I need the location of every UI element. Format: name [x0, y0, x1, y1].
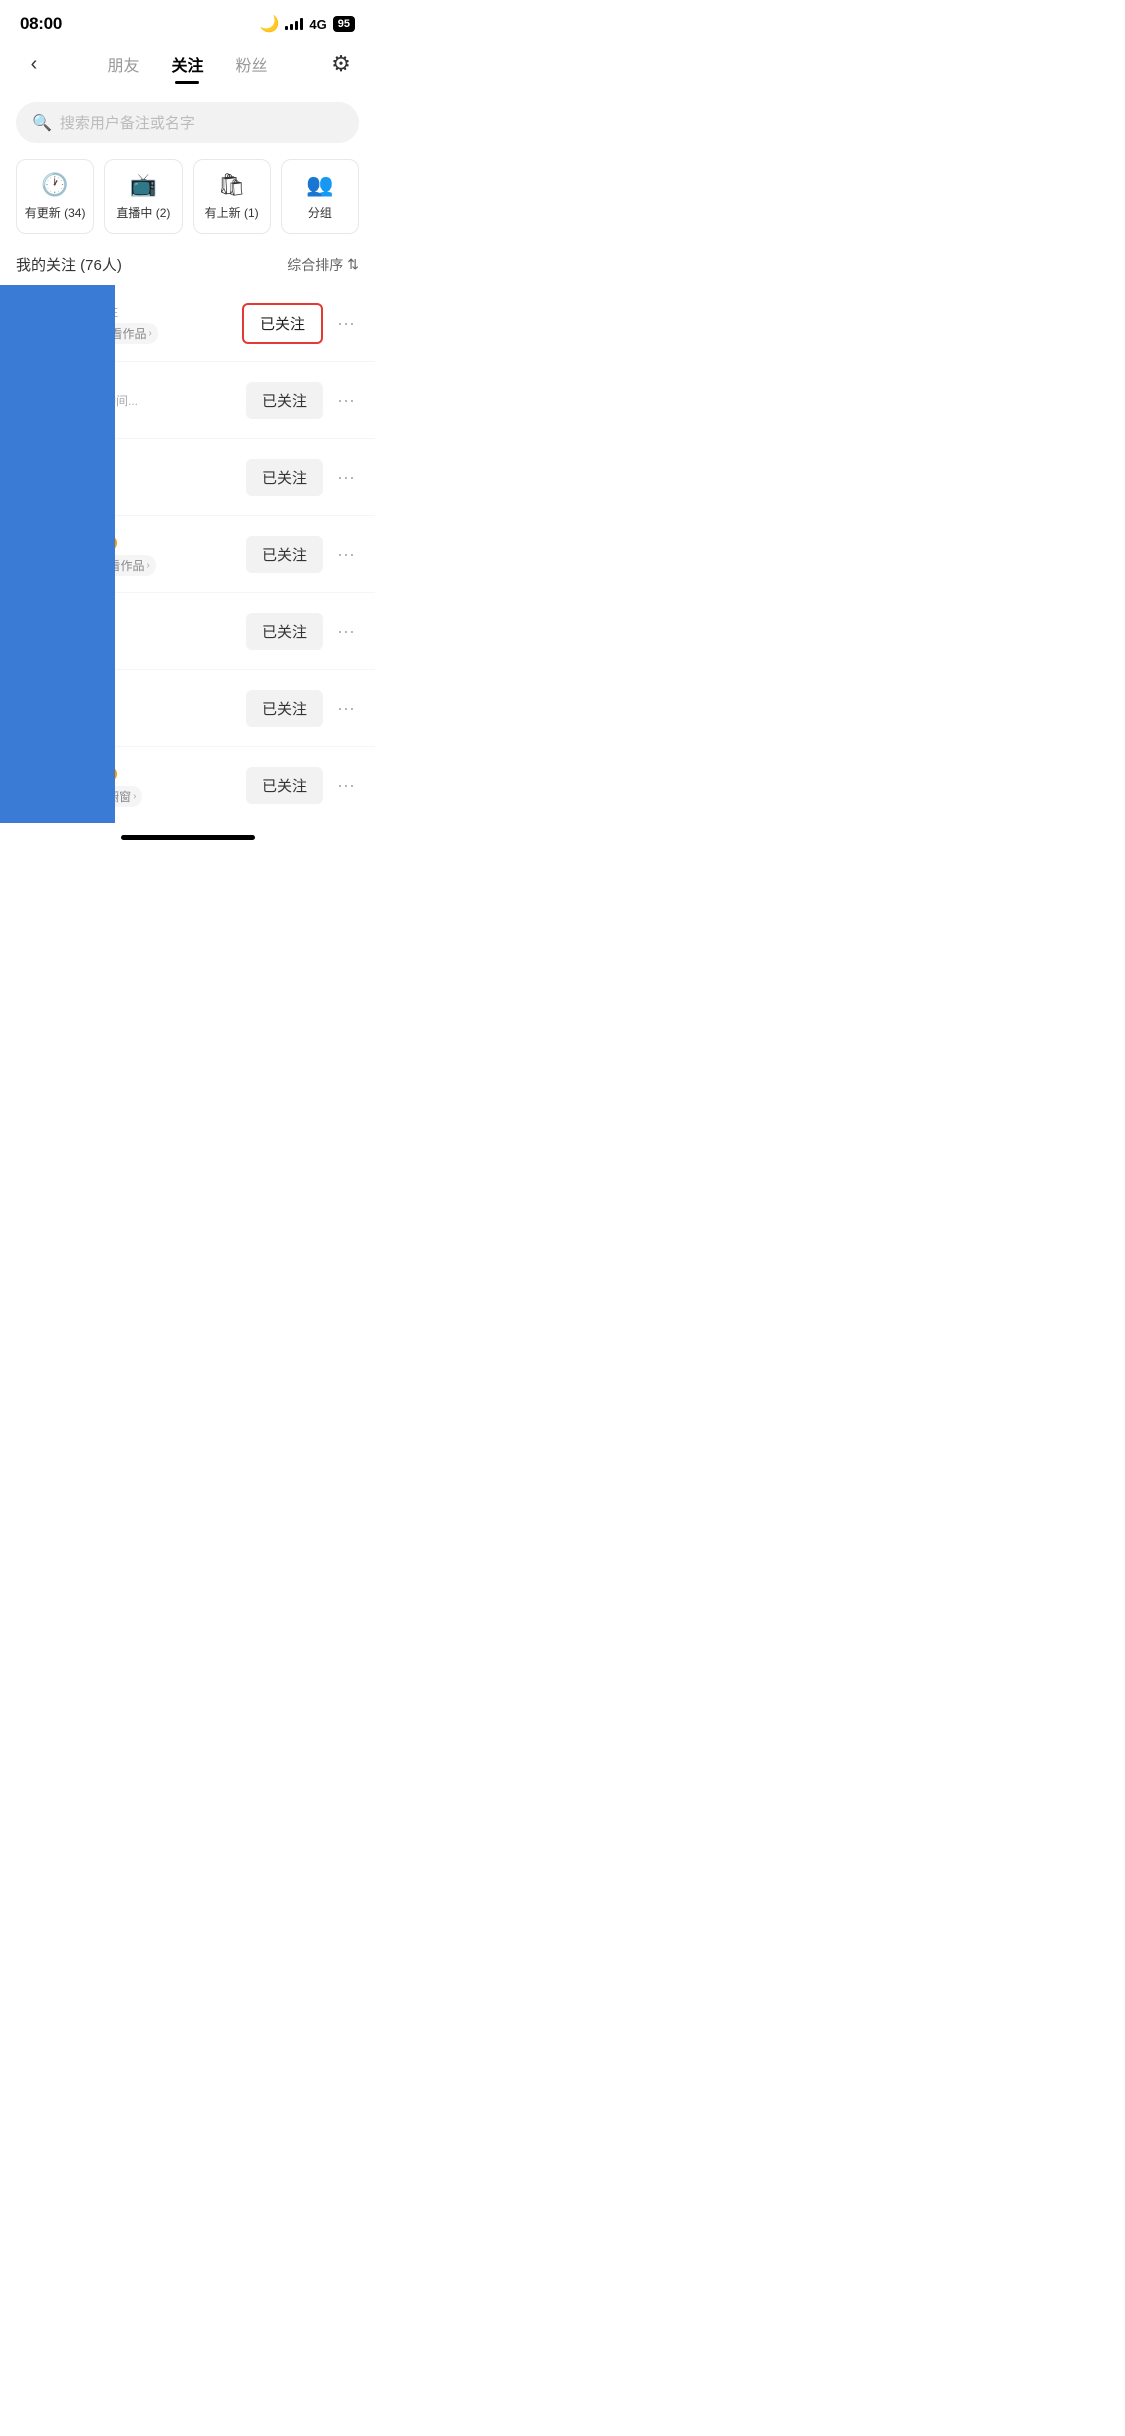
clock-icon: 🕐 — [41, 172, 68, 198]
user-actions: 已关注 ··· — [246, 767, 359, 804]
chevron-right-icon: › — [148, 328, 151, 339]
filter-chip-live[interactable]: 📺 直播中 (2) — [104, 159, 182, 234]
more-button[interactable]: ··· — [333, 309, 359, 338]
settings-button[interactable]: ⚙ — [323, 46, 359, 82]
follow-button[interactable]: 已关注 — [246, 767, 323, 804]
filter-label-updates: 有更新 (34) — [25, 204, 86, 221]
user-actions: 已关注 ··· — [246, 382, 359, 419]
more-button[interactable]: ··· — [333, 540, 359, 569]
user-actions: 已关注 ··· — [242, 303, 359, 344]
section-title: 我的关注 (76人) — [16, 254, 122, 275]
filter-label-groups: 分组 — [308, 204, 332, 221]
group-icon: 👥 — [306, 172, 333, 198]
signal-icon — [285, 18, 303, 30]
section-header: 我的关注 (76人) 综合排序 ⇅ — [0, 246, 375, 285]
tab-friends[interactable]: 朋友 — [105, 48, 141, 80]
follow-button[interactable]: 已关注 — [246, 536, 323, 573]
back-arrow-icon: ‹ — [31, 53, 38, 76]
follow-button[interactable]: 已关注 — [246, 459, 323, 496]
follow-button[interactable]: 已关注 — [246, 382, 323, 419]
search-placeholder: 搜索用户备注或名字 — [60, 112, 195, 133]
more-button[interactable]: ··· — [333, 771, 359, 800]
tab-following[interactable]: 关注 — [169, 48, 205, 80]
user-actions: 已关注 ··· — [246, 690, 359, 727]
more-button[interactable]: ··· — [333, 463, 359, 492]
chevron-right-icon: › — [146, 560, 149, 571]
filter-label-new: 有上新 (1) — [205, 204, 259, 221]
network-label: 4G — [309, 17, 326, 32]
user-actions: 已关注 ··· — [246, 536, 359, 573]
sort-icon: ⇅ — [347, 256, 359, 273]
status-bar: 08:00 🌙 4G 95 — [0, 0, 375, 42]
tab-fans[interactable]: 粉丝 — [234, 48, 270, 80]
nav-tabs: 朋友 关注 粉丝 — [52, 48, 323, 80]
filter-label-live: 直播中 (2) — [116, 204, 170, 221]
user-actions: 已关注 ··· — [246, 613, 359, 650]
search-container: 🔍 搜索用户备注或名字 — [0, 94, 375, 155]
follow-button[interactable]: 已关注 — [242, 303, 323, 344]
filter-chip-updates[interactable]: 🕐 有更新 (34) — [16, 159, 94, 234]
chevron-right-icon: › — [133, 791, 136, 802]
user-list: ✏ 备注 看 | 看作品 › 已关注 ··· 的直播间... 已关注 ··· — [0, 285, 375, 823]
blue-overlay — [0, 285, 115, 823]
user-actions: 已关注 ··· — [246, 459, 359, 496]
tv-icon: 📺 — [130, 172, 157, 198]
filter-chip-groups[interactable]: 👥 分组 — [281, 159, 359, 234]
status-time: 08:00 — [20, 14, 62, 34]
follow-button[interactable]: 已关注 — [246, 613, 323, 650]
search-bar[interactable]: 🔍 搜索用户备注或名字 — [16, 102, 359, 143]
sort-label: 综合排序 — [287, 255, 343, 275]
more-button[interactable]: ··· — [333, 694, 359, 723]
back-button[interactable]: ‹ — [16, 46, 52, 82]
status-right: 🌙 4G 95 — [259, 14, 355, 34]
sort-button[interactable]: 综合排序 ⇅ — [287, 255, 359, 275]
more-button[interactable]: ··· — [333, 617, 359, 646]
bag-icon: 🛍 — [218, 172, 246, 198]
moon-icon: 🌙 — [259, 14, 279, 34]
gear-icon: ⚙ — [331, 51, 351, 77]
battery-badge: 95 — [333, 16, 355, 32]
filter-row: 🕐 有更新 (34) 📺 直播中 (2) 🛍 有上新 (1) 👥 分组 — [0, 155, 375, 246]
follow-button[interactable]: 已关注 — [246, 690, 323, 727]
more-button[interactable]: ··· — [333, 386, 359, 415]
filter-chip-new[interactable]: 🛍 有上新 (1) — [193, 159, 271, 234]
home-bar — [121, 835, 255, 840]
home-indicator — [0, 823, 375, 848]
search-icon: 🔍 — [32, 113, 52, 133]
nav-bar: ‹ 朋友 关注 粉丝 ⚙ — [0, 42, 375, 94]
